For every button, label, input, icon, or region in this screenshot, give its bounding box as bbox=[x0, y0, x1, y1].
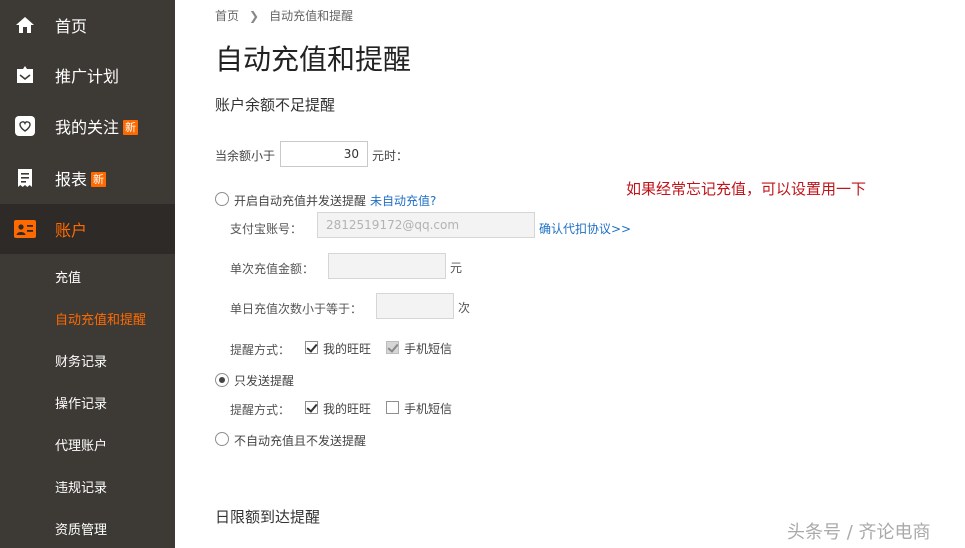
heart-icon bbox=[14, 115, 36, 137]
sidebar-item-label: 报表 bbox=[55, 170, 88, 189]
recharge-amount-input[interactable] bbox=[328, 253, 446, 279]
sidebar-subitem-violation-records[interactable]: 违规记录 bbox=[55, 477, 107, 496]
amount-unit: 元 bbox=[450, 261, 463, 275]
home-icon bbox=[14, 14, 36, 36]
sidebar-subitem-qualification[interactable]: 资质管理 bbox=[55, 519, 107, 538]
not-auto-recharged-link[interactable]: 未自动充值? bbox=[370, 192, 436, 209]
confirm-agreement-link[interactable]: 确认代扣协议>> bbox=[539, 220, 631, 237]
wangwang-checkbox[interactable] bbox=[305, 341, 318, 354]
sidebar-subitem-agent-account[interactable]: 代理账户 bbox=[55, 435, 107, 454]
remind-method-label: 提醒方式： bbox=[230, 403, 291, 417]
sidebar-item-label: 我的关注 bbox=[55, 118, 120, 137]
threshold-input[interactable]: 30 bbox=[280, 141, 368, 167]
sidebar: 首页 推广计划 我的关注新 报表新 账户 充值 自动充值和提醒 财务记录 操作记… bbox=[0, 0, 175, 548]
recharge-times-input[interactable] bbox=[376, 293, 454, 319]
times-unit: 次 bbox=[458, 301, 471, 315]
remind-only-label: 只发送提醒 bbox=[234, 374, 295, 388]
chevron-right-icon: ❯ bbox=[249, 9, 260, 23]
wangwang-checkbox[interactable] bbox=[305, 401, 318, 414]
new-badge: 新 bbox=[123, 120, 139, 135]
promotion-icon bbox=[14, 64, 36, 86]
balance-section-title: 账户余额不足提醒 bbox=[215, 96, 336, 114]
threshold-label: 当余额小于 bbox=[215, 149, 276, 163]
sms-checkbox[interactable] bbox=[386, 401, 399, 414]
breadcrumb: 首页 ❯ 自动充值和提醒 bbox=[215, 7, 353, 24]
report-icon bbox=[14, 167, 36, 189]
account-icon bbox=[14, 218, 36, 240]
sms-label: 手机短信 bbox=[404, 342, 453, 356]
sms-label: 手机短信 bbox=[404, 402, 453, 416]
sidebar-item-follow[interactable]: 我的关注新 bbox=[0, 101, 175, 151]
sms-checkbox[interactable] bbox=[386, 341, 399, 354]
sidebar-item-account[interactable]: 账户 bbox=[0, 204, 175, 254]
daily-limit-section-title: 日限额到达提醒 bbox=[215, 508, 321, 526]
main-content: 首页 ❯ 自动充值和提醒 自动充值和提醒 账户余额不足提醒 当余额小于 30 元时：… bbox=[175, 0, 965, 548]
sidebar-item-report[interactable]: 报表新 bbox=[0, 153, 175, 203]
sidebar-item-home[interactable]: 首页 bbox=[0, 0, 175, 50]
auto-recharge-label: 开启自动充值并发送提醒 bbox=[234, 194, 367, 208]
wangwang-label: 我的旺旺 bbox=[323, 342, 372, 356]
remind-only-radio[interactable] bbox=[215, 373, 229, 387]
remind-method-label: 提醒方式： bbox=[230, 343, 291, 357]
alipay-label: 支付宝账号： bbox=[230, 222, 303, 236]
sidebar-subitem-auto-recharge[interactable]: 自动充值和提醒 bbox=[55, 309, 146, 328]
breadcrumb-current: 自动充值和提醒 bbox=[269, 9, 354, 23]
threshold-unit: 元时： bbox=[372, 149, 409, 163]
sidebar-subitem-operation-records[interactable]: 操作记录 bbox=[55, 393, 107, 412]
sidebar-item-promotion[interactable]: 推广计划 bbox=[0, 50, 175, 100]
amount-label: 单次充值金额： bbox=[230, 262, 315, 276]
wangwang-label: 我的旺旺 bbox=[323, 402, 372, 416]
times-label: 单日充值次数小于等于： bbox=[230, 302, 363, 316]
no-recharge-label: 不自动充值且不发送提醒 bbox=[234, 434, 367, 448]
sidebar-subitem-recharge[interactable]: 充值 bbox=[55, 267, 81, 286]
watermark: 头条号 / 齐论电商 bbox=[787, 522, 931, 543]
annotation-text: 如果经常忘记充值，可以设置用一下 bbox=[626, 180, 867, 198]
breadcrumb-home-link[interactable]: 首页 bbox=[215, 9, 239, 23]
page-title: 自动充值和提醒 bbox=[215, 43, 412, 76]
new-badge: 新 bbox=[91, 172, 107, 187]
no-recharge-radio[interactable] bbox=[215, 432, 229, 446]
sidebar-subitem-finance-records[interactable]: 财务记录 bbox=[55, 351, 107, 370]
auto-recharge-radio[interactable] bbox=[215, 192, 229, 206]
alipay-account-input[interactable]: 2812519172@qq.com bbox=[317, 212, 535, 238]
